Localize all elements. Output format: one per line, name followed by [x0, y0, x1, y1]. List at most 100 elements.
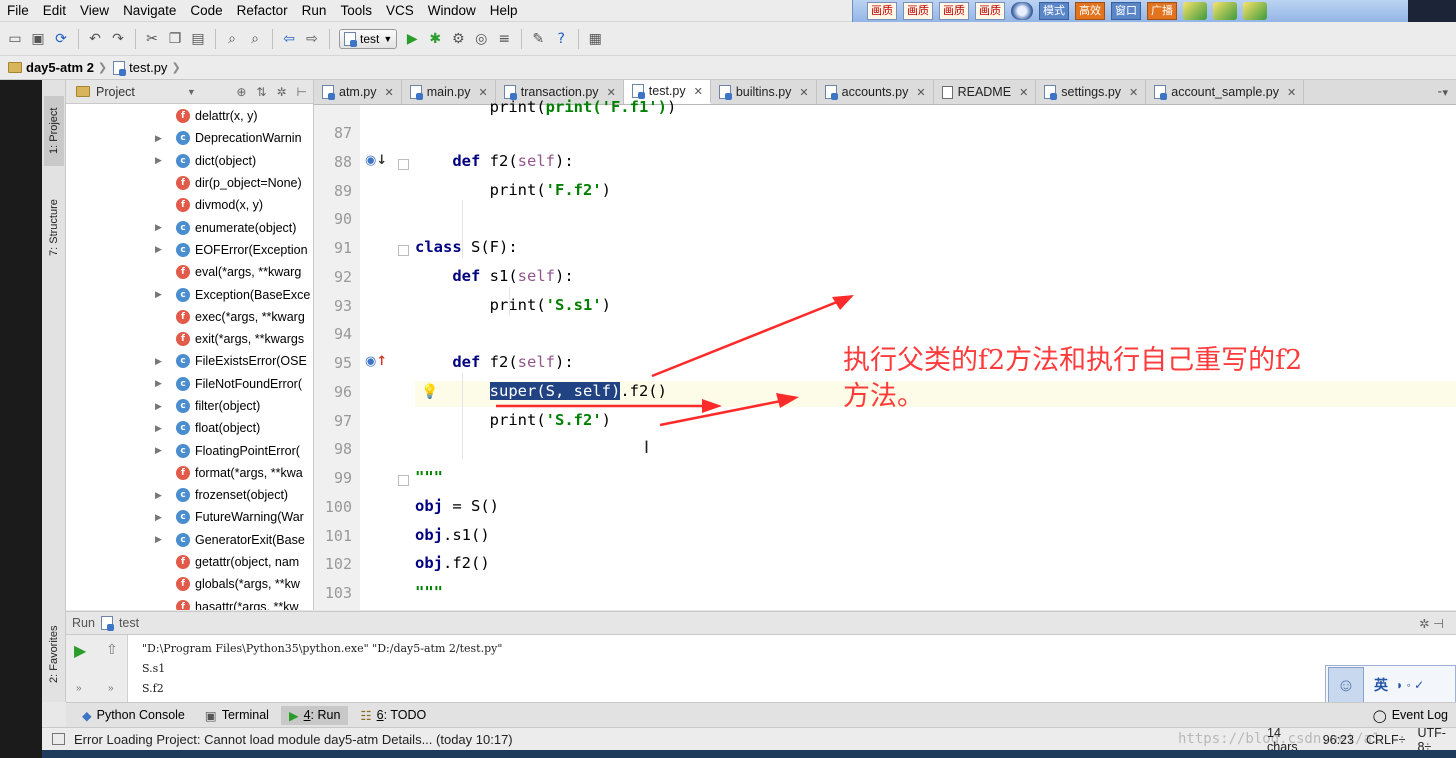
tab-run[interactable]: ▶ 4: Run — [280, 705, 349, 725]
caret-position[interactable]: 96:23 — [1323, 733, 1354, 747]
expand-arrow-icon[interactable]: ▶ — [155, 378, 162, 389]
tree-item[interactable]: ▶ c FloatingPointError( — [66, 439, 313, 461]
lightbulb-icon[interactable]: 💡 — [421, 383, 438, 400]
collapse-icon[interactable]: ⇅ — [256, 85, 266, 99]
find-icon[interactable]: ⌕ — [221, 28, 243, 50]
tree-item[interactable]: ▶ c DeprecationWarnin — [66, 127, 313, 149]
expand-arrow-icon[interactable]: ▶ — [155, 244, 162, 255]
tree-item[interactable]: f globals(*args, **kw — [66, 573, 313, 595]
run-console[interactable]: "D:\Program Files\Python35\python.exe" "… — [128, 635, 1456, 702]
mode-button[interactable]: 模式 — [1039, 2, 1069, 20]
copy-icon[interactable]: ❐ — [164, 28, 186, 50]
chevron-down-icon[interactable]: ▼ — [187, 87, 196, 97]
more-left-icon[interactable]: » — [76, 683, 82, 694]
ime-widget[interactable]: ☺ 英 ◗ ◦ ✓ — [1325, 665, 1456, 705]
quality-button-2[interactable]: 画质 — [903, 2, 933, 20]
gear-icon[interactable]: ✲ — [276, 85, 286, 99]
open-folder-icon[interactable]: ▭ — [4, 28, 26, 50]
tree-item[interactable]: ▶ c FutureWarning(War — [66, 506, 313, 528]
event-log-button[interactable]: ◯ Event Log — [1365, 706, 1456, 725]
tree-item[interactable]: ▶ c FileNotFoundError( — [66, 373, 313, 395]
profile-icon[interactable]: ◎ — [470, 28, 492, 50]
scroll-up-icon[interactable]: ⇧ — [106, 641, 118, 658]
structure-tool-tab[interactable]: 7: Structure — [44, 188, 64, 268]
expand-arrow-icon[interactable]: ▶ — [155, 423, 162, 434]
sync-icon[interactable]: ⟳ — [50, 28, 72, 50]
fold-marker-icon[interactable] — [398, 158, 409, 170]
close-icon[interactable]: ✕ — [1129, 86, 1138, 99]
recorder-figure-icon-2[interactable] — [1213, 2, 1237, 20]
tree-item[interactable]: f eval(*args, **kwarg — [66, 261, 313, 283]
tree-item[interactable]: f getattr(object, nam — [66, 551, 313, 573]
tree-item[interactable]: ▶ c GeneratorExit(Base — [66, 529, 313, 551]
rerun-icon[interactable]: ▶ — [74, 641, 86, 661]
expand-arrow-icon[interactable]: ▶ — [155, 133, 162, 144]
tab-terminal[interactable]: ▣ Terminal — [197, 706, 277, 725]
menu-navigate[interactable]: Navigate — [116, 0, 183, 22]
editor-tab[interactable]: builtins.py ✕ — [711, 80, 817, 104]
tree-item[interactable]: f exit(*args, **kwargs — [66, 328, 313, 350]
menu-refactor[interactable]: Refactor — [230, 0, 295, 22]
menu-run[interactable]: Run — [295, 0, 334, 22]
editor-tab[interactable]: accounts.py ✕ — [817, 80, 934, 104]
expand-arrow-icon[interactable]: ▶ — [155, 490, 162, 501]
debug-icon[interactable]: ✱ — [424, 28, 446, 50]
close-icon[interactable]: ✕ — [479, 86, 488, 99]
concurrency-icon[interactable]: ≡ — [493, 28, 515, 50]
external-tools-icon[interactable]: ▦ — [584, 28, 606, 50]
paste-icon[interactable]: ▤ — [187, 28, 209, 50]
locate-icon[interactable]: ⊕ — [236, 85, 246, 99]
tree-item[interactable]: f dir(p_object=None) — [66, 172, 313, 194]
broadcast-button[interactable]: 广播 — [1147, 2, 1177, 20]
tree-item[interactable]: f delattr(x, y) — [66, 105, 313, 127]
project-panel-title[interactable]: Project — [96, 85, 135, 99]
run-config-select[interactable]: test ▼ — [339, 28, 398, 49]
run-icon[interactable]: ▶ — [401, 28, 423, 50]
status-message[interactable]: Error Loading Project: Cannot load modul… — [42, 732, 513, 747]
editor-tab[interactable]: README ✕ — [934, 80, 1037, 104]
quality-button-4[interactable]: 画质 — [975, 2, 1005, 20]
expand-arrow-icon[interactable]: ▶ — [155, 445, 162, 456]
expand-arrow-icon[interactable]: ▶ — [155, 155, 162, 166]
coverage-icon[interactable]: ⚙ — [447, 28, 469, 50]
tree-item[interactable]: ▶ c FileExistsError(OSE — [66, 350, 313, 372]
status-toggle-icon[interactable] — [52, 733, 65, 745]
tab-todo[interactable]: ☷ 6: TODO — [352, 706, 434, 725]
close-icon[interactable]: ✕ — [1287, 86, 1296, 99]
favorites-tool-tab[interactable]: 2: Favorites — [44, 614, 64, 694]
cut-icon[interactable]: ✂ — [141, 28, 163, 50]
help-icon[interactable]: ? — [550, 28, 572, 50]
editor-tab[interactable]: settings.py ✕ — [1036, 80, 1147, 104]
editor-tab[interactable]: account_sample.py ✕ — [1146, 80, 1305, 104]
menu-vcs[interactable]: VCS — [379, 0, 421, 22]
more-right-icon[interactable]: » — [108, 683, 114, 694]
tree-item[interactable]: ▶ c Exception(BaseExce — [66, 283, 313, 305]
line-separator[interactable]: CRLF÷ — [1366, 733, 1406, 747]
close-icon[interactable]: ✕ — [694, 85, 703, 98]
tree-item[interactable]: ▶ c dict(object) — [66, 150, 313, 172]
close-icon[interactable]: ✕ — [799, 86, 808, 99]
expand-arrow-icon[interactable]: ▶ — [155, 401, 162, 412]
tree-item[interactable]: f format(*args, **kwa — [66, 462, 313, 484]
quality-button-3[interactable]: 画质 — [939, 2, 969, 20]
hide-icon[interactable]: ⊢ — [297, 85, 307, 99]
window-button[interactable]: 窗口 — [1111, 2, 1141, 20]
expand-arrow-icon[interactable]: ▶ — [155, 534, 162, 545]
tree-item[interactable]: ▶ c frozenset(object) — [66, 484, 313, 506]
recorder-figure-icon-1[interactable] — [1183, 2, 1207, 20]
overrides-marker-icon[interactable]: ◉↑ — [365, 354, 387, 369]
ime-language[interactable]: 英 — [1374, 675, 1388, 695]
close-icon[interactable]: ✕ — [1019, 86, 1028, 99]
close-icon[interactable]: ✕ — [916, 86, 925, 99]
tree-item[interactable]: ▶ c filter(object) — [66, 395, 313, 417]
recorder-figure-icon-3[interactable] — [1243, 2, 1267, 20]
redo-icon[interactable]: ↷ — [107, 28, 129, 50]
tree-item[interactable]: ▶ c enumerate(object) — [66, 216, 313, 238]
overridden-marker-icon[interactable]: ◉↓ — [365, 153, 387, 168]
tree-item[interactable]: ▶ c EOFError(Exception — [66, 239, 313, 261]
expand-arrow-icon[interactable]: ▶ — [155, 356, 162, 367]
ime-tools-icon[interactable]: ◗ ◦ ✓ — [1396, 678, 1424, 692]
fold-marker-icon[interactable] — [398, 245, 409, 256]
tab-python-console[interactable]: ◆ Python Console — [74, 706, 193, 725]
menu-code[interactable]: Code — [183, 0, 229, 22]
